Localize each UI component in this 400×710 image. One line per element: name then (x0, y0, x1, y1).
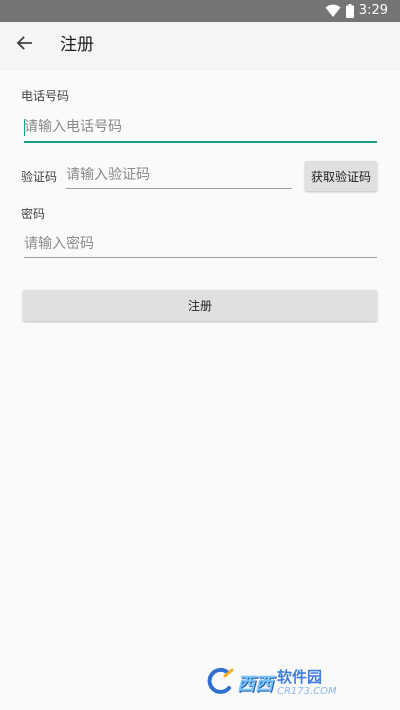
arrow-left-icon (16, 35, 32, 55)
status-time: 3:29 (358, 3, 388, 18)
battery-icon (345, 4, 354, 18)
password-label: 密码 (21, 207, 46, 221)
watermark-name: 软件园 (277, 667, 323, 686)
status-icons: 3:29 (325, 2, 388, 20)
watermark-text: 软件园 CR173.COM (277, 667, 337, 698)
phone-label: 电话号码 (21, 89, 70, 103)
text-cursor (24, 119, 25, 136)
wifi-icon (325, 4, 341, 18)
back-button[interactable] (6, 27, 42, 63)
app-bar: 注册 (0, 22, 400, 68)
register-button[interactable]: 注册 (23, 290, 377, 321)
status-bar: 3:29 (0, 0, 400, 22)
code-input[interactable] (66, 165, 292, 189)
page-title: 注册 (60, 35, 94, 55)
watermark-brand: 西西 (237, 674, 273, 695)
watermark-logo-icon (205, 666, 235, 700)
watermark-url: CR173.COM (277, 685, 337, 697)
watermark: 西西 软件园 CR173.COM (205, 666, 337, 700)
phone-input[interactable] (24, 117, 377, 143)
get-code-button[interactable]: 获取验证码 (305, 161, 377, 191)
password-input[interactable] (24, 234, 377, 258)
code-label: 验证码 (21, 170, 58, 184)
